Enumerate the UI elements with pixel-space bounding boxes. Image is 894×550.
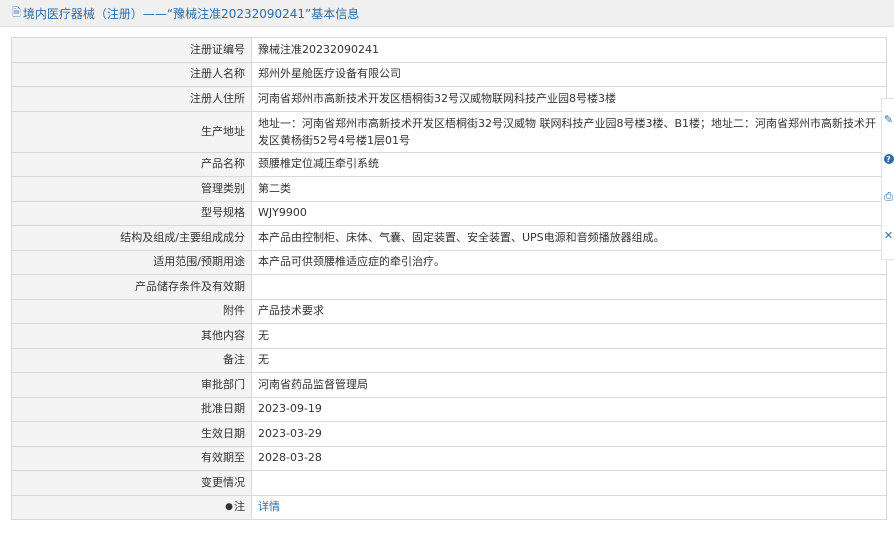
row-value-expiry-date: 2028-03-28 (251, 445, 887, 471)
table-row: 适用范围/预期用途 本产品可供颈腰椎适应症的牵引治疗。 (11, 249, 887, 275)
side-toolbar: ✎ ? ⎙ ✕ (881, 98, 894, 260)
row-label-approval-dept: 审批部门 (11, 372, 252, 398)
row-value-effective-date: 2023-03-29 (251, 421, 887, 447)
table-row: 结构及组成/主要组成成分 本产品由控制柜、床体、气囊、固定装置、安全装置、UPS… (11, 225, 887, 251)
table-row: 管理类别 第二类 (11, 176, 887, 202)
row-value-other: 无 (251, 323, 887, 349)
row-label-management-category: 管理类别 (11, 176, 252, 202)
row-label-product-name: 产品名称 (11, 151, 252, 177)
info-table: 注册证编号 豫械注准20232090241 注册人名称 郑州外星舱医疗设备有限公… (11, 37, 887, 520)
row-value-approval-dept: 河南省药品监督管理局 (251, 372, 887, 398)
help-icon[interactable]: ? (883, 149, 894, 169)
table-row: 生产地址 地址一：河南省郑州市高新技术开发区梧桐街32号汉威物 联网科技产业园8… (11, 110, 887, 153)
row-label-structure: 结构及组成/主要组成成分 (11, 225, 252, 251)
page-header: 🗎 境内医疗器械（注册）——“豫械注准20232090241”基本信息 (0, 0, 894, 27)
page-title: 境内医疗器械（注册）——“豫械注准20232090241”基本信息 (22, 6, 360, 21)
row-label-intended-use: 适用范围/预期用途 (11, 249, 252, 275)
close-icon[interactable]: ✕ (883, 225, 894, 245)
row-value-registrant-name: 郑州外星舱医疗设备有限公司 (251, 61, 887, 87)
row-value-changes (251, 470, 887, 496)
row-label-attachment: 附件 (11, 298, 252, 324)
table-row: 注册人名称 郑州外星舱医疗设备有限公司 (11, 61, 887, 87)
row-label-effective-date: 生效日期 (11, 421, 252, 447)
document-icon: 🗎 (12, 5, 21, 19)
row-value-remarks: 无 (251, 347, 887, 373)
table-row: 产品储存条件及有效期 (11, 274, 887, 300)
row-label-registration-number: 注册证编号 (11, 37, 252, 63)
row-label-production-address: 生产地址 (11, 110, 252, 153)
row-label-storage: 产品储存条件及有效期 (11, 274, 252, 300)
note-label: 注 (234, 500, 245, 514)
table-row: 注册人住所 河南省郑州市高新技术开发区梧桐街32号汉威物联网科技产业园8号楼3楼 (11, 86, 887, 112)
row-value-product-name: 颈腰椎定位减压牵引系统 (251, 151, 887, 177)
table-row: ●注 详情 (11, 494, 887, 520)
table-row: 审批部门 河南省药品监督管理局 (11, 372, 887, 398)
row-value-model-spec: WJY9900 (251, 200, 887, 226)
details-link[interactable]: 详情 (258, 500, 280, 513)
row-value-attachment: 产品技术要求 (251, 298, 887, 324)
row-label-changes: 变更情况 (11, 470, 252, 496)
row-value-note: 详情 (251, 494, 887, 520)
table-row: 备注 无 (11, 347, 887, 373)
row-value-intended-use: 本产品可供颈腰椎适应症的牵引治疗。 (251, 249, 887, 275)
table-row: 附件 产品技术要求 (11, 298, 887, 324)
row-value-production-address: 地址一：河南省郑州市高新技术开发区梧桐街32号汉威物 联网科技产业园8号楼3楼、… (251, 110, 887, 153)
row-label-note: ●注 (11, 494, 252, 520)
row-label-approval-date: 批准日期 (11, 396, 252, 422)
table-row: 变更情况 (11, 470, 887, 496)
print-icon[interactable]: ⎙ (883, 187, 894, 207)
row-label-registrant-address: 注册人住所 (11, 86, 252, 112)
row-label-registrant-name: 注册人名称 (11, 61, 252, 87)
table-row: 生效日期 2023-03-29 (11, 421, 887, 447)
table-row: 批准日期 2023-09-19 (11, 396, 887, 422)
table-row: 有效期至 2028-03-28 (11, 445, 887, 471)
row-value-approval-date: 2023-09-19 (251, 396, 887, 422)
edit-icon[interactable]: ✎ (883, 109, 894, 129)
row-value-registration-number: 豫械注准20232090241 (251, 37, 887, 63)
row-label-model-spec: 型号规格 (11, 200, 252, 226)
row-value-structure: 本产品由控制柜、床体、气囊、固定装置、安全装置、UPS电源和音频播放器组成。 (251, 225, 887, 251)
row-value-management-category: 第二类 (251, 176, 887, 202)
table-row: 其他内容 无 (11, 323, 887, 349)
row-label-expiry-date: 有效期至 (11, 445, 252, 471)
table-row: 产品名称 颈腰椎定位减压牵引系统 (11, 151, 887, 177)
pin-icon: ● (225, 502, 233, 513)
table-row: 型号规格 WJY9900 (11, 200, 887, 226)
table-row: 注册证编号 豫械注准20232090241 (11, 37, 887, 63)
row-label-remarks: 备注 (11, 347, 252, 373)
row-value-registrant-address: 河南省郑州市高新技术开发区梧桐街32号汉威物联网科技产业园8号楼3楼 (251, 86, 887, 112)
row-value-storage (251, 274, 887, 300)
row-label-other: 其他内容 (11, 323, 252, 349)
